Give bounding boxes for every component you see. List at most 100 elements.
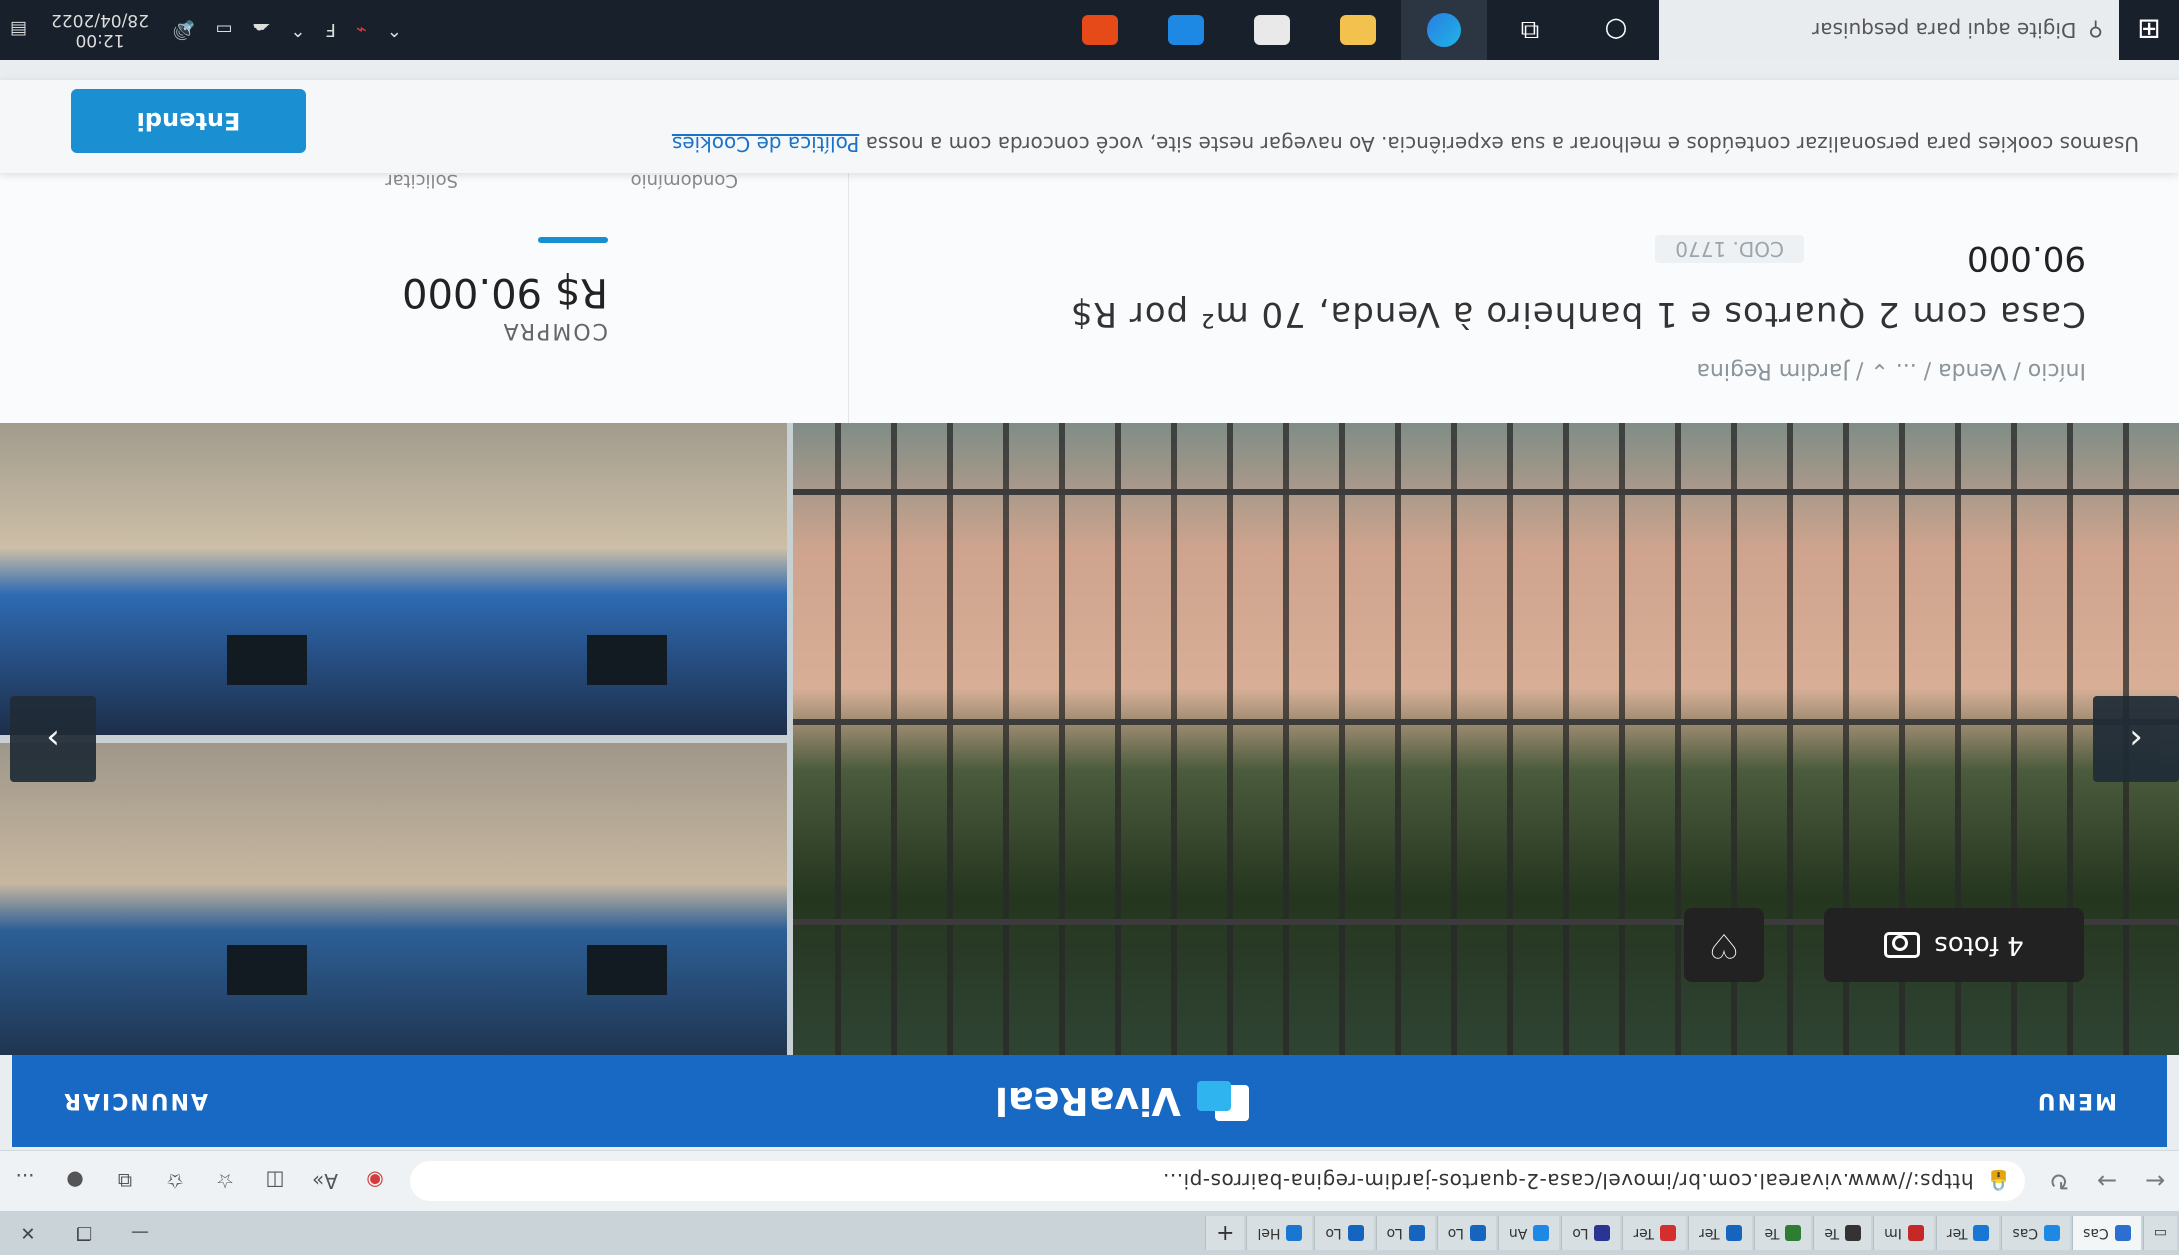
tab-favicon-icon	[1659, 1225, 1676, 1241]
price-underline	[538, 237, 608, 243]
breadcrumb[interactable]: Início / Venda / ... ⌄ / Jardim Regina	[1696, 358, 2086, 383]
accept-cookies-button[interactable]: Entendi	[71, 89, 306, 153]
profile-avatar[interactable]: ●	[50, 1157, 100, 1205]
cookie-text: Usamos cookies para personalizar conteúd…	[671, 132, 2139, 156]
close-window-button[interactable]: ✕	[0, 1211, 56, 1255]
onedrive-icon[interactable]: ☁	[242, 20, 280, 41]
volume-icon[interactable]: 🔊	[163, 20, 205, 41]
arrow-right-icon: →	[2096, 1167, 2118, 1195]
mail-icon[interactable]	[1143, 0, 1229, 60]
gallery-next-button[interactable]: ›	[10, 696, 96, 782]
cookie-policy-link[interactable]: Política de Cookies	[672, 132, 859, 156]
address-bar: ← → ↻ 🔒 https://www.vivareal.com.br/imov…	[0, 1150, 2179, 1211]
browser-tab[interactable]: Te	[1753, 1216, 1812, 1250]
taskbar-search[interactable]: ⚲ Digite aqui para pesquisar	[1659, 0, 2119, 60]
read-aloud-icon[interactable]: A»	[300, 1157, 350, 1205]
tracking-icon[interactable]: ◉	[350, 1157, 400, 1205]
split-screen-icon[interactable]: ◫	[250, 1157, 300, 1205]
url-field[interactable]: 🔒 https://www.vivareal.com.br/imovel/cas…	[410, 1161, 2025, 1201]
purchase-label: COMPRA	[501, 318, 608, 343]
refresh-icon: ↻	[2048, 1167, 2070, 1195]
browser-tab[interactable]: Ter	[1687, 1216, 1752, 1250]
back-button[interactable]: ←	[2131, 1157, 2179, 1205]
chevron-left-icon: ‹	[2129, 719, 2143, 759]
clock[interactable]: 12:00 28/04/2022	[37, 10, 163, 50]
cortana-icon[interactable]: ○	[1573, 0, 1659, 60]
tab-favicon-icon	[2044, 1225, 2061, 1241]
camera-icon	[1884, 932, 1921, 958]
tab-actions-button[interactable]: ▭	[2142, 1216, 2177, 1250]
edge-icon[interactable]	[1401, 0, 1487, 60]
clock-time: 12:00	[75, 30, 125, 50]
collections-icon[interactable]: ⧉	[100, 1157, 150, 1205]
tab-label: Ter	[1946, 1225, 1968, 1241]
menu-button[interactable]: MENU	[2036, 1089, 2117, 1114]
browser-tab[interactable]: Ter	[1622, 1216, 1686, 1250]
secondary-photo[interactable]	[0, 423, 787, 735]
chevron-icon[interactable]: ⌃	[280, 20, 315, 41]
purchase-price: R$ 90.000	[402, 269, 608, 315]
minimize-icon: —	[131, 1222, 149, 1244]
tab-label: Lo	[1386, 1225, 1403, 1241]
tab-favicon-icon	[1785, 1225, 1802, 1241]
browser-tab[interactable]: Lo	[1375, 1216, 1435, 1250]
listing-info: Início / Venda / ... ⌄ / Jardim Regina C…	[0, 170, 2179, 423]
close-icon: ✕	[20, 1222, 36, 1244]
new-tab-button[interactable]: +	[1205, 1216, 1245, 1250]
favorites-add-icon[interactable]: ☆	[200, 1157, 250, 1205]
forward-button[interactable]: →	[2083, 1157, 2131, 1205]
office-icon[interactable]	[1057, 0, 1143, 60]
tab-favicon-icon	[1286, 1225, 1303, 1241]
tab-favicon-icon	[1469, 1225, 1486, 1241]
browser-tab[interactable]: Hel	[1246, 1216, 1313, 1250]
tab-label: Lo	[1325, 1225, 1342, 1241]
restore-button[interactable]: ❐	[56, 1211, 112, 1255]
windows-taskbar: ⊞ ⚲ Digite aqui para pesquisar ○ ⧉ ⌃ ⌁ F…	[0, 0, 2179, 60]
favorites-icon[interactable]: ✩	[150, 1157, 200, 1205]
more-menu-button[interactable]: ...	[0, 1157, 50, 1205]
request-label[interactable]: Solicitar	[385, 170, 458, 191]
chevron-up-icon[interactable]: ⌃	[377, 20, 412, 41]
browser-tab[interactable]: An	[1497, 1216, 1560, 1250]
tab-label: Te	[1764, 1225, 1780, 1241]
tab-label: Im	[1884, 1225, 1902, 1241]
secondary-photo[interactable]	[0, 743, 787, 1055]
browser-tab[interactable]: Lo	[1436, 1216, 1496, 1250]
favorite-button[interactable]: ♡	[1684, 908, 1764, 982]
listing-title: Casa com 2 Quartos e 1 banheiro à Venda,…	[1069, 294, 2086, 334]
gallery-prev-button[interactable]: ‹	[2093, 696, 2179, 782]
browser-tab[interactable]: Ter	[1935, 1216, 2000, 1250]
cookie-banner: Usamos cookies para personalizar conteúd…	[0, 80, 2179, 173]
browser-tab[interactable]: Cas	[2072, 1216, 2141, 1250]
announce-button[interactable]: ANUNCIAR	[62, 1089, 208, 1114]
tab-label: Ter	[1633, 1225, 1654, 1241]
file-explorer-icon[interactable]	[1315, 0, 1401, 60]
url-text: https://www.vivareal.com.br/imovel/casa-…	[1162, 1169, 1974, 1193]
minimize-button[interactable]: —	[112, 1211, 168, 1255]
windows-logo-icon: ⊞	[2137, 13, 2161, 47]
network-activity-icon[interactable]: ⌁	[346, 20, 377, 41]
browser-tab-strip: ▭ Cas Cas Ter Im Te Te Ter Ter Lo An Lo Lo Lo Hel + —…	[0, 1211, 2179, 1255]
tray-letter[interactable]: F	[316, 20, 346, 41]
battery-icon[interactable]: ▭	[205, 20, 242, 41]
task-view-icon[interactable]: ⧉	[1487, 0, 1573, 60]
photos-count-button[interactable]: 4 fotos	[1824, 908, 2084, 982]
browser-tab[interactable]: Im	[1873, 1216, 1934, 1250]
tab-label: Te	[1824, 1225, 1840, 1241]
browser-tab[interactable]: Cas	[2001, 1216, 2071, 1250]
notifications-icon[interactable]: ▤	[0, 20, 37, 41]
refresh-button[interactable]: ↻	[2035, 1157, 2083, 1205]
windows-start-button[interactable]: ⊞	[2119, 0, 2179, 60]
vivareal-logo[interactable]: VivaReal	[995, 1079, 1249, 1123]
store-icon[interactable]	[1229, 0, 1315, 60]
logo-text: VivaReal	[994, 1079, 1181, 1123]
browser-tab[interactable]: Lo	[1561, 1216, 1621, 1250]
lock-icon: 🔒	[1985, 1169, 2011, 1193]
photos-label: 4 fotos	[1934, 930, 2024, 960]
site-header: MENU VivaReal ANUNCIAR	[12, 1055, 2167, 1147]
arrow-left-icon: ←	[2144, 1167, 2166, 1195]
restore-icon: ❐	[75, 1222, 93, 1244]
browser-tab[interactable]: Te	[1813, 1216, 1872, 1250]
tab-favicon-icon	[2114, 1225, 2131, 1241]
browser-tab[interactable]: Lo	[1314, 1216, 1374, 1250]
